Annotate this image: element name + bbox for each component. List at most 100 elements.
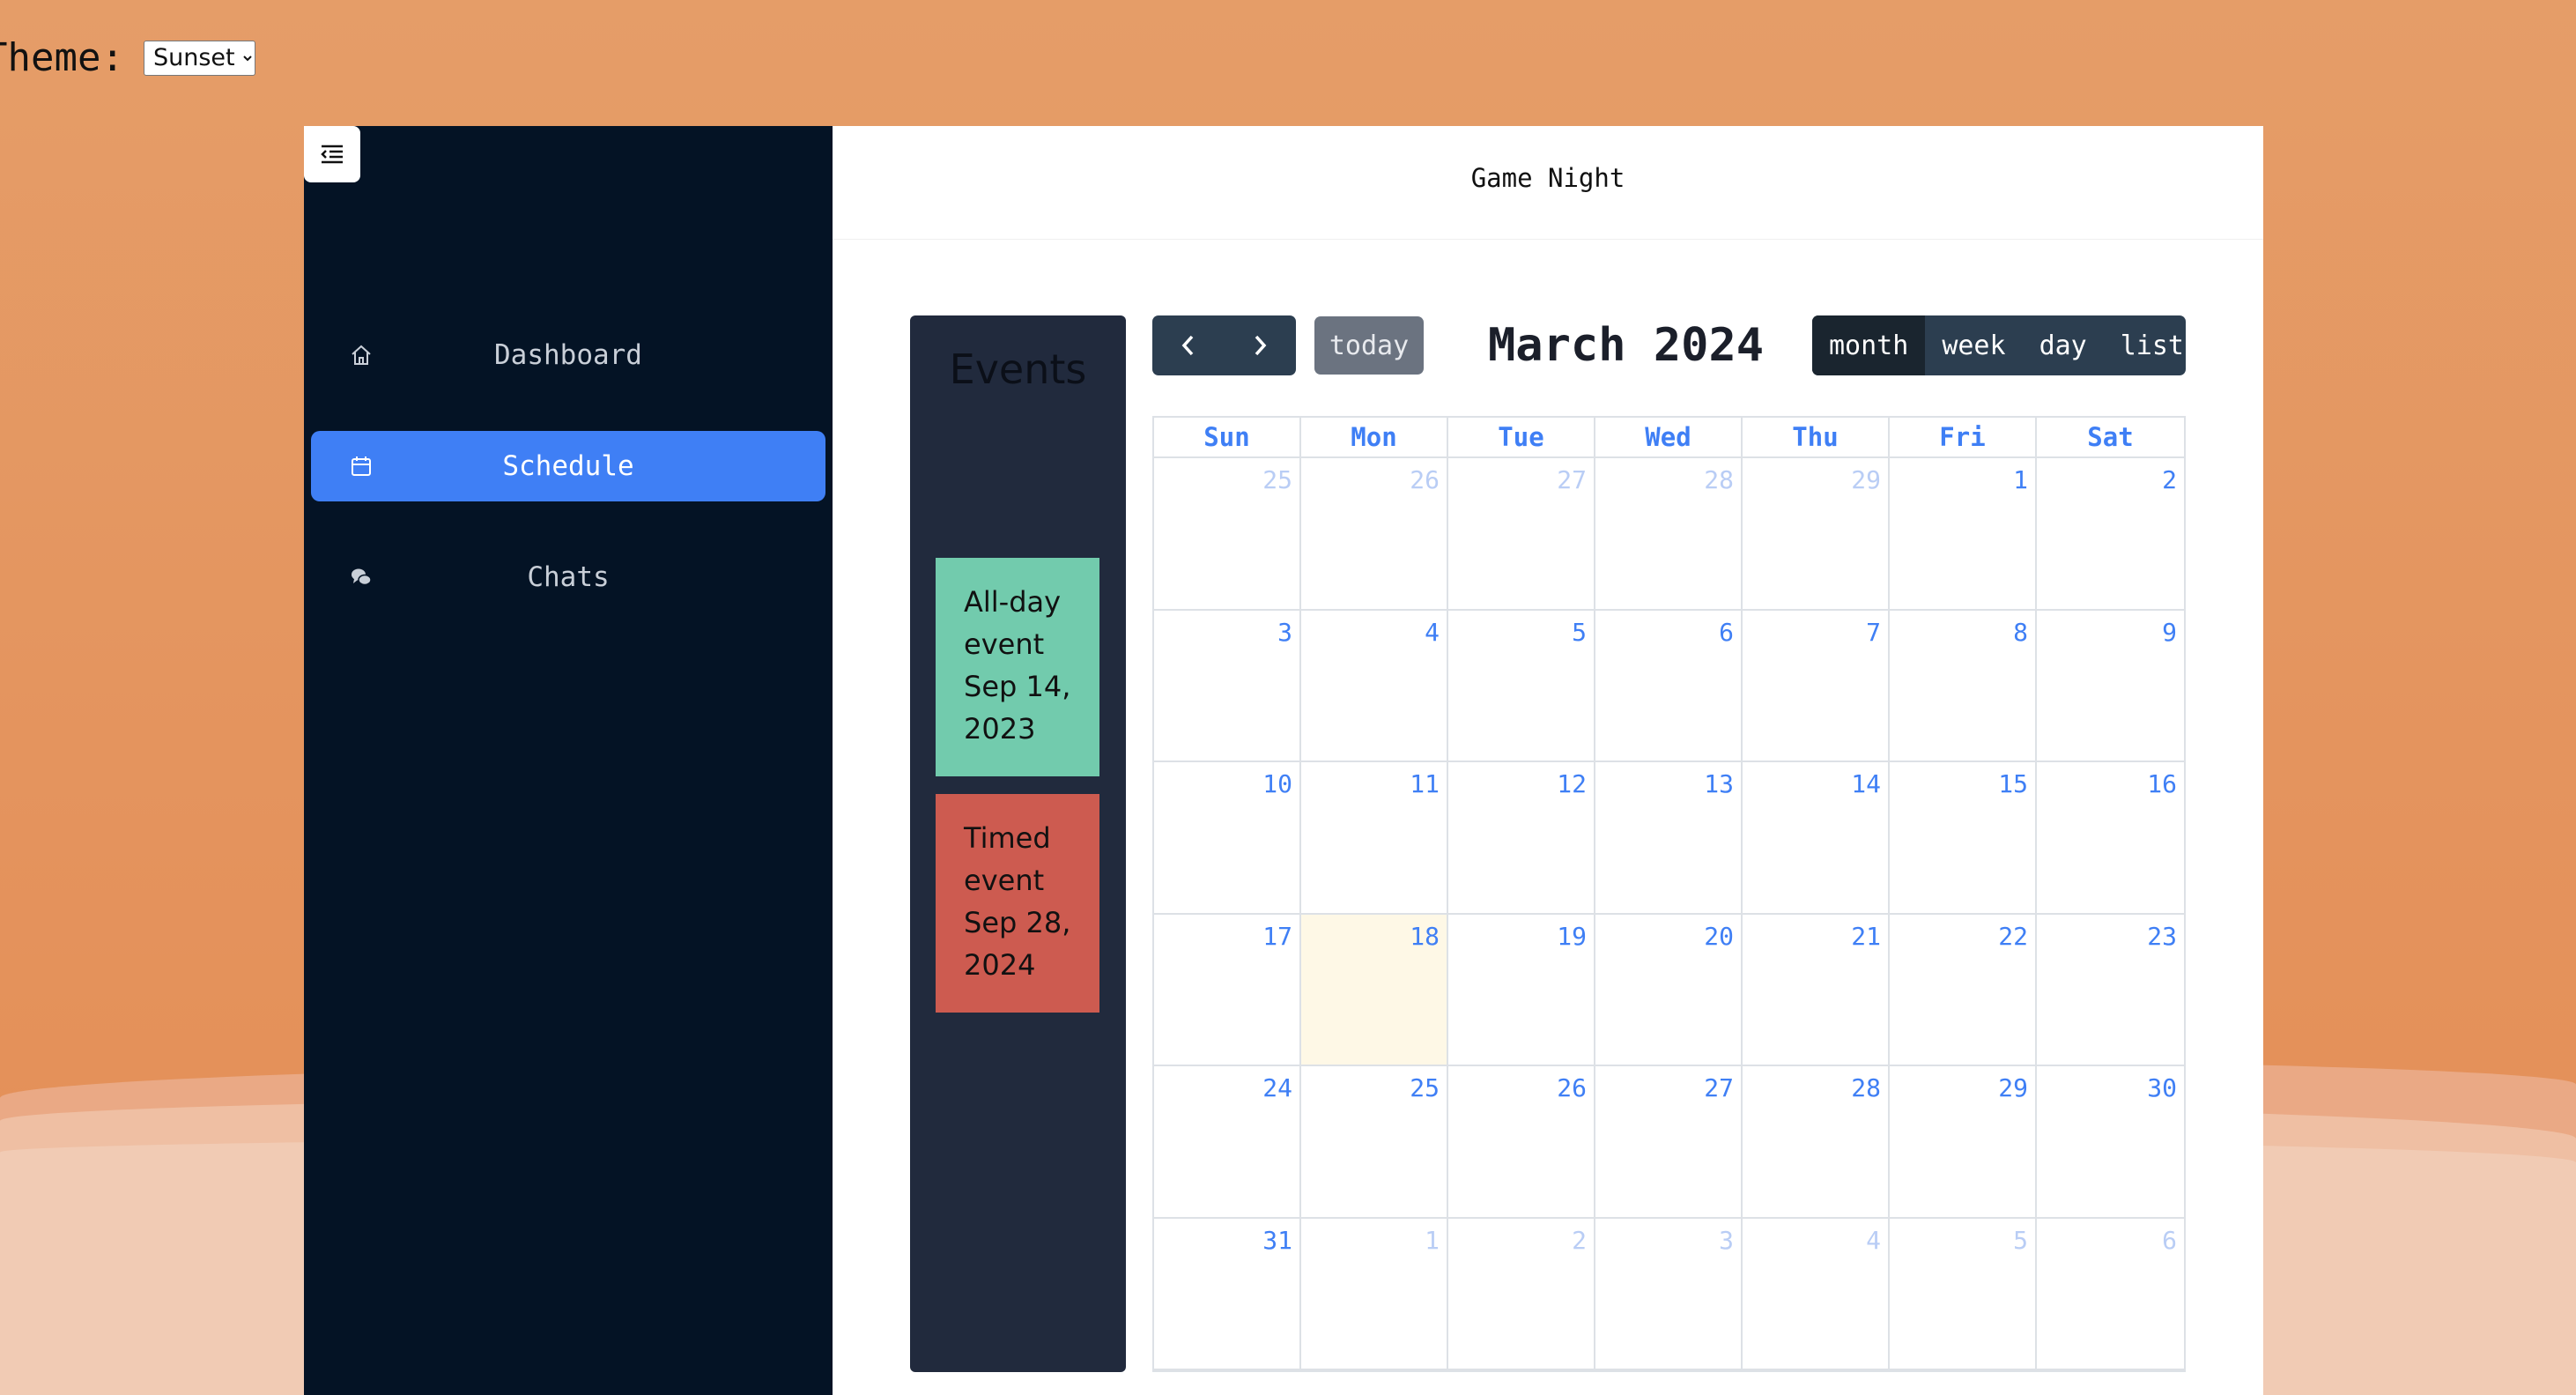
day-number[interactable]: 2	[1572, 1226, 1587, 1255]
day-cell[interactable]: 3	[1154, 610, 1301, 762]
chevron-left-icon	[1181, 335, 1194, 356]
today-button[interactable]: today	[1314, 316, 1424, 375]
view-month-button[interactable]: month	[1812, 315, 1926, 375]
view-week-button[interactable]: week	[1925, 315, 2022, 375]
day-cell[interactable]: 5	[1890, 1218, 2037, 1370]
prev-button[interactable]	[1152, 315, 1225, 375]
day-cell[interactable]: 24	[1154, 1066, 1301, 1219]
day-cell[interactable]: 1	[1301, 1218, 1448, 1370]
day-number[interactable]: 24	[1262, 1073, 1292, 1102]
day-number[interactable]: 29	[1998, 1073, 2028, 1102]
day-cell[interactable]: 6	[1595, 610, 1743, 762]
day-cell[interactable]: 2	[1448, 1218, 1595, 1370]
day-number[interactable]: 5	[2013, 1226, 2028, 1255]
day-number[interactable]: 6	[2162, 1226, 2177, 1255]
day-cell[interactable]: 13	[1595, 762, 1743, 915]
day-number[interactable]: 3	[1277, 618, 1292, 647]
day-cell[interactable]: 26	[1301, 458, 1448, 611]
view-day-button[interactable]: day	[2023, 315, 2104, 375]
day-number[interactable]: 12	[1557, 769, 1587, 798]
day-cell[interactable]: 20	[1595, 914, 1743, 1066]
day-number[interactable]: 2	[2162, 465, 2177, 494]
day-number[interactable]: 25	[1410, 1073, 1440, 1102]
day-number[interactable]: 3	[1719, 1226, 1734, 1255]
day-cell[interactable]: 23	[2037, 915, 2184, 1066]
day-number[interactable]: 15	[1998, 769, 2028, 798]
day-number[interactable]: 9	[2162, 618, 2177, 647]
day-number[interactable]: 27	[1557, 465, 1587, 494]
day-cell[interactable]: 11	[1301, 762, 1448, 915]
day-number[interactable]: 19	[1557, 922, 1587, 951]
day-cell[interactable]: 17	[1154, 914, 1301, 1066]
day-number[interactable]: 11	[1410, 769, 1440, 798]
day-number[interactable]: 27	[1704, 1073, 1734, 1102]
day-number[interactable]: 25	[1262, 465, 1292, 494]
day-cell[interactable]: 10	[1154, 762, 1301, 915]
day-cell[interactable]: 3	[1595, 1218, 1743, 1370]
day-cell[interactable]: 30	[2037, 1066, 2184, 1219]
theme-select[interactable]: Sunset	[143, 40, 255, 76]
sidebar-item-schedule[interactable]: Schedule	[311, 431, 825, 501]
page-title: Game Night	[1470, 163, 1625, 193]
day-cell[interactable]: 31	[1154, 1218, 1301, 1370]
day-cell[interactable]: 9	[2037, 611, 2184, 762]
event-card-all-day[interactable]: All-day event Sep 14, 2023	[936, 558, 1099, 776]
day-number[interactable]: 6	[1719, 618, 1734, 647]
day-cell[interactable]: 25	[1301, 1066, 1448, 1219]
day-cell[interactable]: 29	[1890, 1066, 2037, 1219]
sidebar-toggle-button[interactable]	[304, 126, 360, 182]
day-number[interactable]: 4	[1866, 1226, 1881, 1255]
day-number[interactable]: 1	[1425, 1226, 1440, 1255]
day-cell[interactable]: 28	[1595, 458, 1743, 611]
day-number[interactable]: 14	[1851, 769, 1881, 798]
sidebar-item-dashboard[interactable]: Dashboard	[311, 320, 825, 390]
day-cell[interactable]: 5	[1448, 610, 1595, 762]
day-number[interactable]: 7	[1866, 618, 1881, 647]
day-cell[interactable]: 27	[1448, 458, 1595, 611]
day-cell[interactable]: 22	[1890, 914, 2037, 1066]
day-cell[interactable]: 12	[1448, 762, 1595, 915]
day-cell[interactable]: 28	[1743, 1066, 1890, 1219]
day-cell[interactable]: 25	[1154, 458, 1301, 611]
day-cell[interactable]: 29	[1743, 458, 1890, 611]
day-cell[interactable]: 7	[1743, 610, 1890, 762]
day-number[interactable]: 20	[1704, 922, 1734, 951]
sidebar-item-chats[interactable]: Chats	[311, 542, 825, 612]
day-number[interactable]: 28	[1851, 1073, 1881, 1102]
day-number[interactable]: 5	[1572, 618, 1587, 647]
day-number[interactable]: 23	[2147, 922, 2177, 951]
day-number[interactable]: 8	[2013, 618, 2028, 647]
day-cell[interactable]: 26	[1448, 1066, 1595, 1219]
day-cell[interactable]: 27	[1595, 1066, 1743, 1219]
day-cell[interactable]: 21	[1743, 914, 1890, 1066]
day-number[interactable]: 10	[1262, 769, 1292, 798]
day-cell[interactable]: 8	[1890, 610, 2037, 762]
day-number[interactable]: 31	[1262, 1226, 1292, 1255]
day-number[interactable]: 13	[1704, 769, 1734, 798]
day-cell[interactable]: 14	[1743, 762, 1890, 915]
day-number[interactable]: 28	[1704, 465, 1734, 494]
day-cell[interactable]: 19	[1448, 914, 1595, 1066]
day-cell[interactable]: 15	[1890, 762, 2037, 915]
day-cell[interactable]: 6	[2037, 1219, 2184, 1370]
day-cell[interactable]: 16	[2037, 762, 2184, 915]
day-number[interactable]: 16	[2147, 769, 2177, 798]
day-number[interactable]: 22	[1998, 922, 2028, 951]
day-cell[interactable]: 4	[1743, 1218, 1890, 1370]
day-number[interactable]: 30	[2147, 1073, 2177, 1102]
day-cell[interactable]: 4	[1301, 610, 1448, 762]
day-cell[interactable]: 1	[1890, 458, 2037, 611]
event-card-timed[interactable]: Timed event Sep 28, 2024	[936, 794, 1099, 1013]
day-number[interactable]: 1	[2013, 465, 2028, 494]
day-cell[interactable]: 2	[2037, 458, 2184, 611]
day-number[interactable]: 26	[1410, 465, 1440, 494]
day-number[interactable]: 17	[1262, 922, 1292, 951]
day-number[interactable]: 21	[1851, 922, 1881, 951]
day-number[interactable]: 29	[1851, 465, 1881, 494]
day-number[interactable]: 26	[1557, 1073, 1587, 1102]
day-number[interactable]: 4	[1425, 618, 1440, 647]
day-number[interactable]: 18	[1410, 922, 1440, 951]
day-cell[interactable]: 18	[1301, 914, 1448, 1066]
view-list-button[interactable]: list	[2104, 315, 2186, 375]
next-button[interactable]	[1225, 315, 1297, 375]
